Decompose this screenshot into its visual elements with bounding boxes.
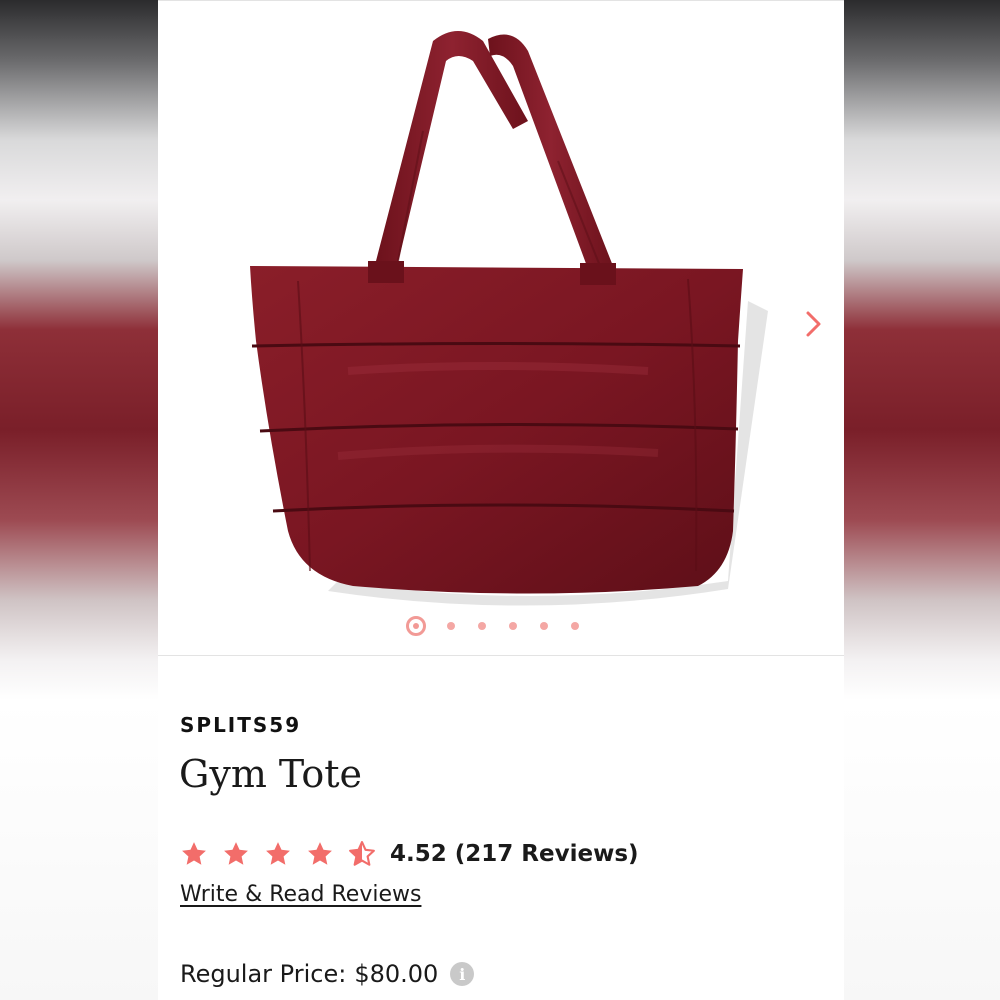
price-row: Regular Price: $80.00 i [180, 960, 475, 988]
carousel-dot-2[interactable] [447, 622, 455, 630]
star-full-icon [224, 842, 248, 865]
carousel-dot-3[interactable] [478, 622, 486, 630]
backdrop-left [0, 0, 160, 1000]
star-rating [180, 840, 390, 868]
price-label: Regular Price: [180, 960, 347, 988]
write-read-reviews-link[interactable]: Write & Read Reviews [180, 882, 421, 907]
carousel-dot-1[interactable] [406, 616, 426, 636]
product-page: SPLITS59 Gym Tote 4.52 (217 Reviews) Wri… [158, 0, 844, 1000]
carousel-dots [406, 615, 602, 637]
product-title: Gym Tote [179, 752, 362, 796]
price-value: $80.00 [354, 960, 439, 988]
rating-text: 4.52 (217 Reviews) [390, 841, 639, 867]
star-half-icon [349, 841, 375, 866]
star-full-icon [308, 842, 332, 865]
brand-name[interactable]: SPLITS59 [180, 713, 301, 737]
star-full-icon [266, 842, 290, 865]
carousel-dot-4[interactable] [509, 622, 517, 630]
backdrop-right [844, 0, 1000, 1000]
star-full-icon [182, 842, 206, 865]
carousel-dot-5[interactable] [540, 622, 548, 630]
info-icon[interactable]: i [450, 962, 475, 986]
image-gallery[interactable] [158, 0, 844, 656]
rating-summary[interactable]: 4.52 (217 Reviews) [180, 836, 639, 872]
tote-bag-image [250, 31, 768, 606]
chevron-right-icon[interactable] [798, 309, 828, 339]
carousel-dot-6[interactable] [571, 622, 579, 630]
